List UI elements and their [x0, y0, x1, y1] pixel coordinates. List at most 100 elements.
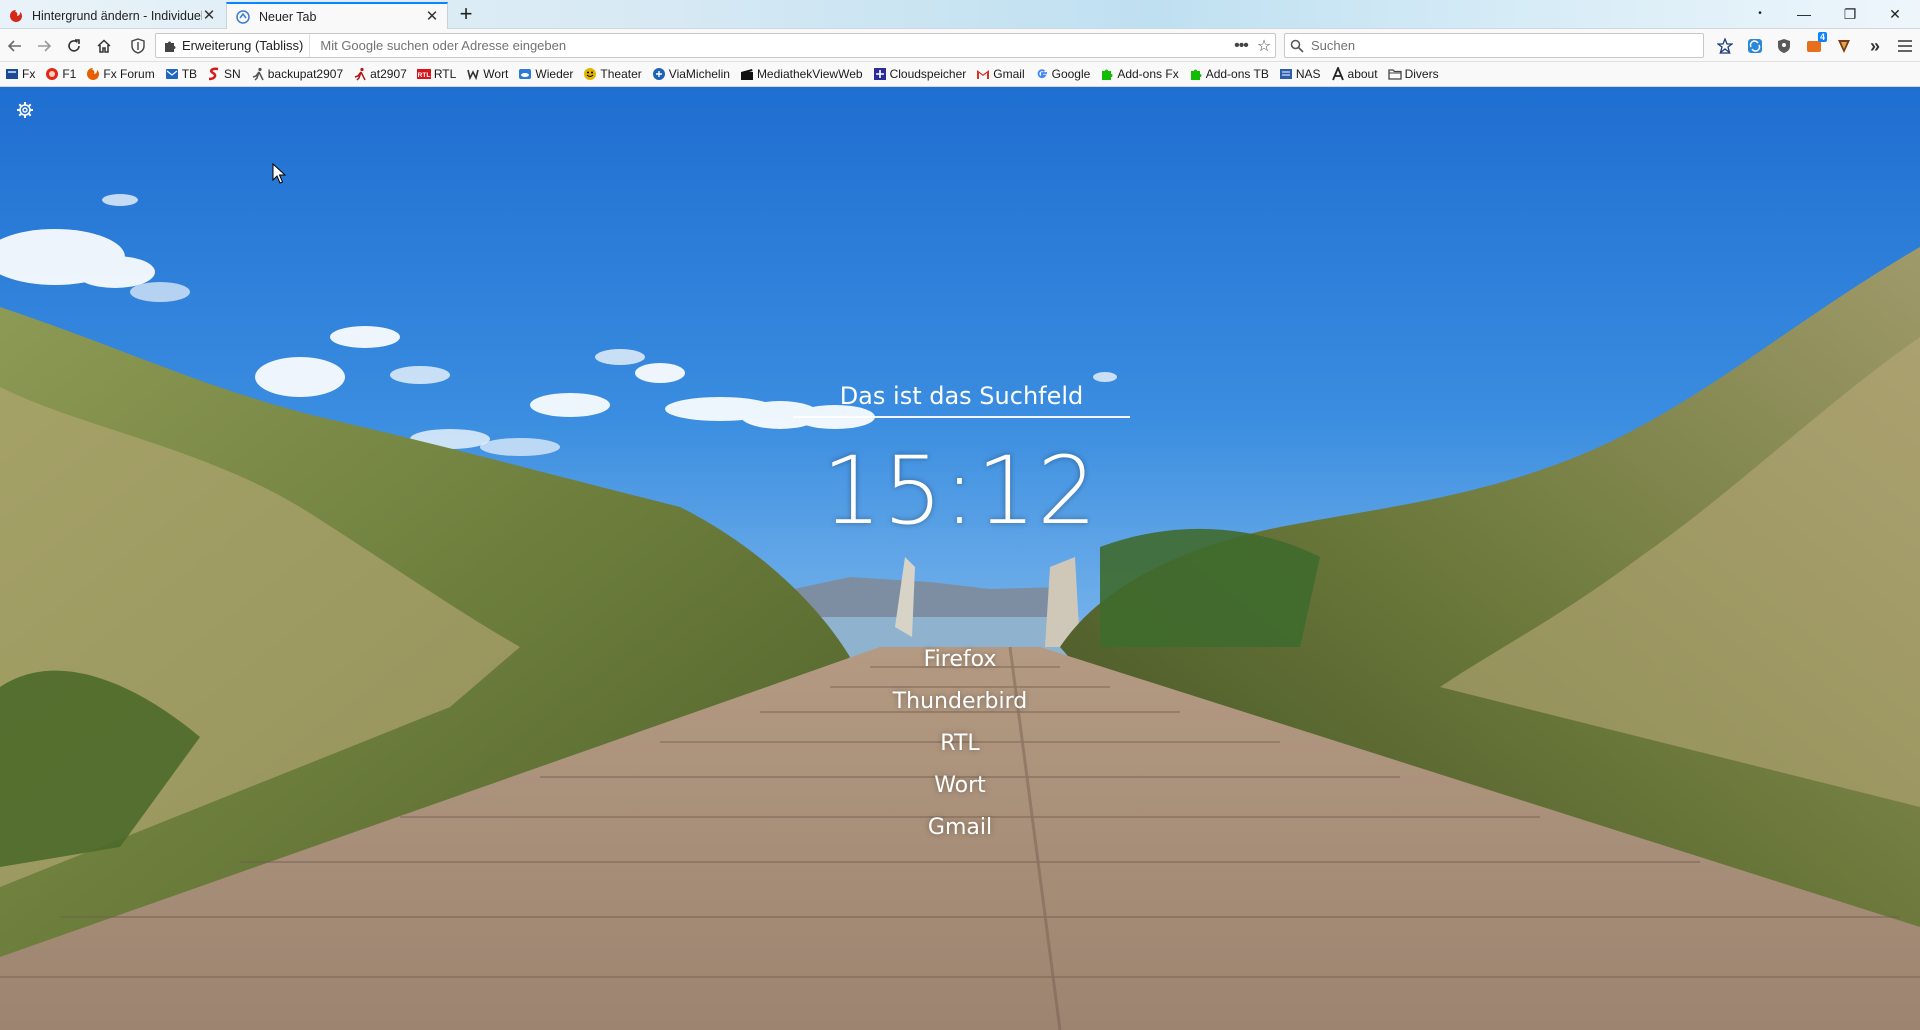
- clapper-icon: [740, 67, 754, 81]
- firefox-icon: [8, 8, 24, 24]
- runner-icon: [353, 67, 367, 81]
- wort-icon: [466, 67, 480, 81]
- privacy-shield-icon[interactable]: [1773, 35, 1795, 57]
- bookmark-about[interactable]: about: [1331, 67, 1378, 81]
- bookmark-label: Google: [1051, 67, 1091, 81]
- forward-button[interactable]: [33, 35, 55, 57]
- quick-link-thunderbird[interactable]: Thunderbird: [760, 681, 1160, 723]
- bookmark-label: Theater: [600, 67, 642, 81]
- bookmark-label: Fx: [22, 67, 36, 81]
- bookmark-label: RTL: [433, 67, 457, 81]
- hamburger-menu-icon[interactable]: [1894, 35, 1916, 57]
- bookmark-fx-forum[interactable]: Fx Forum: [86, 67, 155, 81]
- a-icon: [1331, 67, 1345, 81]
- bookmark-label: Wieder: [535, 67, 574, 81]
- newtab-page: 15:12 FirefoxThunderbirdRTLWortGmail: [0, 87, 1920, 1030]
- runner-icon: [251, 67, 265, 81]
- bookmark-label: about: [1347, 67, 1378, 81]
- bookmark-label: Wort: [483, 67, 509, 81]
- bookmarks-menu-icon[interactable]: [1714, 35, 1736, 57]
- tab-hintergrund[interactable]: Hintergrund ändern - Individuell ✕: [0, 2, 224, 29]
- quick-link-rtl[interactable]: RTL: [760, 723, 1160, 765]
- nas-icon: [1279, 67, 1293, 81]
- address-input[interactable]: [318, 37, 1229, 54]
- bookmark-label: F1: [62, 67, 77, 81]
- folder-icon: [1387, 67, 1402, 81]
- bookmark-mediathekviewweb[interactable]: MediathekViewWeb: [740, 67, 863, 81]
- bookmark-theater[interactable]: Theater: [583, 67, 642, 81]
- navigation-toolbar: Erweiterung (Tabliss) ••• ☆ 4 »: [0, 29, 1920, 62]
- tab-overflow-icon[interactable]: •: [1745, 4, 1775, 24]
- reload-button[interactable]: [63, 35, 85, 57]
- bookmark-label: Add-ons TB: [1205, 67, 1269, 81]
- brave-lion-icon[interactable]: [1833, 35, 1855, 57]
- bookmark-label: SN: [224, 67, 241, 81]
- bookmark-label: Divers: [1404, 67, 1439, 81]
- bookmark-cloudspeicher[interactable]: Cloudspeicher: [873, 67, 967, 81]
- sync-icon[interactable]: [1744, 35, 1766, 57]
- bookmark-google[interactable]: Google: [1035, 67, 1091, 81]
- url-bar[interactable]: Erweiterung (Tabliss) ••• ☆: [155, 33, 1276, 58]
- back-button[interactable]: [4, 35, 26, 57]
- bookmark-gmail[interactable]: Gmail: [976, 67, 1025, 81]
- bookmark-tb[interactable]: TB: [165, 67, 197, 81]
- overflow-chevron-icon[interactable]: »: [1864, 35, 1886, 57]
- tab-title: Hintergrund ändern - Individuell: [32, 8, 202, 23]
- bookmark-label: Add-ons Fx: [1117, 67, 1179, 81]
- puzzle-icon: [165, 41, 176, 52]
- bookmark-label: ViaMichelin: [668, 67, 730, 81]
- bookmark-add-ons-tb[interactable]: Add-ons TB: [1189, 67, 1269, 81]
- bookmark-label: Cloudspeicher: [889, 67, 967, 81]
- bookmark-label: Gmail: [993, 67, 1025, 81]
- close-window-button[interactable]: ✕: [1880, 4, 1910, 24]
- quick-link-firefox[interactable]: Firefox: [760, 639, 1160, 681]
- home-button[interactable]: [93, 35, 115, 57]
- tab-close-icon[interactable]: ✕: [425, 9, 439, 24]
- sn-icon: [207, 67, 221, 81]
- tab-close-icon[interactable]: ✕: [202, 8, 216, 23]
- bookmark-backupat2907[interactable]: backupat2907: [251, 67, 343, 81]
- new-tab-button[interactable]: +: [455, 3, 477, 26]
- bookmark-label: NAS: [1295, 67, 1321, 81]
- badge-count: 4: [1817, 32, 1827, 42]
- bookmark-nas[interactable]: NAS: [1279, 67, 1321, 81]
- newtab-search-input[interactable]: [793, 376, 1130, 418]
- quick-link-gmail[interactable]: Gmail: [760, 807, 1160, 849]
- reload-icon: [68, 39, 80, 52]
- bookmark-star-icon[interactable]: ☆: [1253, 36, 1275, 56]
- cloud-icon: [518, 67, 532, 81]
- extension-identity[interactable]: Erweiterung (Tabliss): [156, 34, 311, 57]
- tabliss-widgets: 15:12 FirefoxThunderbirdRTLWortGmail: [0, 87, 1920, 1030]
- clock: 15:12: [822, 437, 1098, 546]
- quick-link-wort[interactable]: Wort: [760, 765, 1160, 807]
- restore-button[interactable]: ❐: [1835, 4, 1865, 24]
- smiley-icon: [583, 67, 597, 81]
- bookmark-wort[interactable]: Wort: [466, 67, 508, 81]
- bookmark-add-ons-fx[interactable]: Add-ons Fx: [1100, 67, 1179, 81]
- thunderbird-icon: [165, 67, 179, 81]
- tab-neuer-tab[interactable]: Neuer Tab ✕: [226, 2, 448, 29]
- extension-badge-icon[interactable]: 4: [1803, 32, 1827, 57]
- puzzle-icon: [1189, 67, 1203, 81]
- mouse-cursor-icon: [272, 163, 286, 184]
- search-bar[interactable]: [1284, 33, 1704, 58]
- google-icon: [1035, 67, 1049, 81]
- extension-label: Erweiterung (Tabliss): [182, 38, 304, 53]
- bookmark-label: TB: [181, 67, 198, 81]
- bookmark-wieder[interactable]: Wieder: [518, 67, 573, 81]
- search-icon: [1285, 39, 1309, 53]
- bookmark-divers[interactable]: Divers: [1387, 67, 1439, 81]
- bookmark-at2907[interactable]: at2907: [353, 67, 407, 81]
- bookmark-viamichelin[interactable]: ViaMichelin: [652, 67, 730, 81]
- fx-icon: [5, 67, 19, 81]
- bookmark-fx[interactable]: Fx: [5, 67, 35, 81]
- bookmark-sn[interactable]: SN: [207, 67, 241, 81]
- page-actions-icon[interactable]: •••: [1229, 37, 1253, 55]
- search-input[interactable]: [1309, 37, 1703, 54]
- bookmark-rtl[interactable]: RTL RTL: [416, 67, 457, 81]
- tab-strip: Hintergrund ändern - Individuell ✕ Neuer…: [0, 0, 1920, 29]
- bookmark-f1[interactable]: F1: [45, 67, 76, 81]
- tracking-shield-icon[interactable]: [127, 35, 149, 57]
- minimize-button[interactable]: —: [1789, 4, 1819, 24]
- forward-arrow-icon: [38, 40, 52, 52]
